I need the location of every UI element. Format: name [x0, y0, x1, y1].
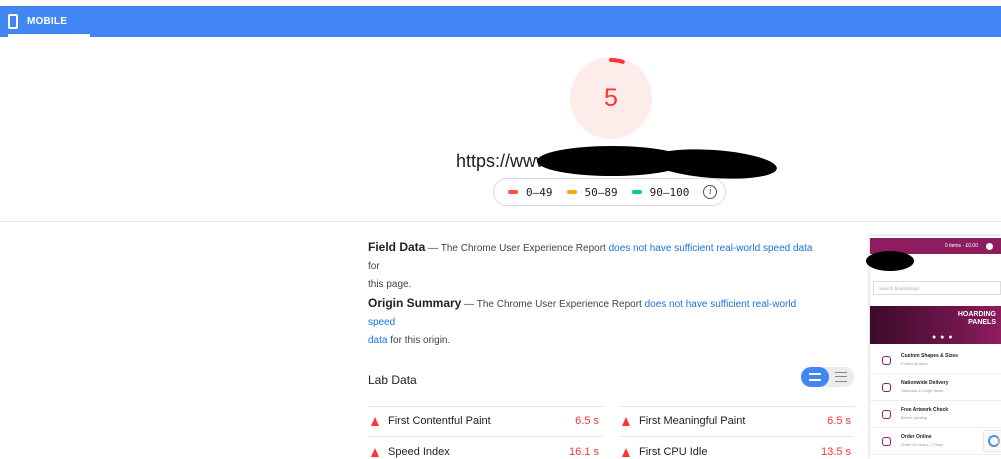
metric-value: 6.5 s: [827, 415, 851, 427]
legend-swatch: [566, 190, 577, 194]
metric-divider: [368, 406, 603, 407]
metric-name: First Meaningful Paint: [639, 415, 746, 427]
warning-triangle-icon: [622, 447, 630, 457]
info-icon[interactable]: i: [703, 185, 718, 199]
field-data-desc: — The Chrome User Experience Report: [425, 243, 609, 254]
thumb-feature-title: Free Artwork Check: [901, 407, 949, 413]
metric-value: 6.5 s: [575, 415, 599, 427]
legend-item-pass: 90–100: [631, 185, 690, 199]
legend-label: 0–49: [526, 185, 553, 199]
thumb-feature-sub: Order 24 Hours, 7 Days: [901, 442, 944, 447]
phone-icon: [8, 14, 18, 29]
carousel-dots: ● ● ●: [932, 334, 954, 341]
audited-url: https://www: [456, 151, 550, 171]
gear-icon: [986, 242, 993, 250]
thumb-banner-line: PANELS: [968, 319, 996, 326]
section-divider: [0, 221, 1001, 222]
score-value: 5: [604, 84, 618, 112]
thumb-feature-title: Custom Shapes & Sizes: [901, 353, 958, 359]
pagespeed-report: MOBILE 5 https://www 0–49 50–89 90–100 i…: [0, 0, 1001, 459]
warning-triangle-icon: [622, 416, 630, 426]
thumb-feature: Custom Shapes & Sizes Printed Boards: [870, 348, 1001, 374]
warning-triangle-icon: [371, 416, 379, 426]
score-gauge: 5: [570, 57, 652, 139]
field-data-link[interactable]: does not have sufficient real-world spee…: [609, 243, 813, 254]
thumb-feature: Nationwide Delivery Standard & Large Ite…: [870, 375, 1001, 401]
tab-active-indicator: [8, 34, 90, 37]
metric-name: First CPU Idle: [639, 446, 708, 458]
origin-summary-title: Origin Summary: [368, 296, 462, 310]
metric-divider: [620, 436, 854, 437]
view-toggle[interactable]: [801, 367, 854, 387]
thumb-feature: Order Online Order 24 Hours, 7 Days: [870, 429, 1001, 455]
thumb-banner-line: HOARDING: [957, 311, 996, 318]
thumbs-up-icon: [882, 410, 891, 419]
warning-triangle-icon: [371, 447, 379, 457]
globe-icon: [882, 437, 891, 446]
thumb-feature-title: Nationwide Delivery: [901, 380, 949, 386]
thumb-banner: HOARDING PANELS ● ● ●: [870, 306, 1001, 344]
score-legend: 0–49 50–89 90–100 i: [493, 178, 726, 206]
legend-label: 50–89: [584, 185, 618, 199]
metric-value: 16.1 s: [569, 446, 599, 458]
tab-mobile-label: MOBILE: [27, 16, 68, 27]
metric-name: First Contentful Paint: [388, 415, 491, 427]
box-icon: [882, 383, 891, 392]
metric-speed-index: Speed Index: [371, 446, 450, 458]
thumb-banner-text: HOARDING PANELS: [958, 311, 996, 327]
metric-first-contentful-paint: First Contentful Paint: [371, 415, 491, 427]
field-data-tail: this page.: [368, 279, 412, 290]
legend-label: 90–100: [649, 185, 690, 199]
tab-mobile[interactable]: MOBILE: [8, 6, 90, 37]
thumb-feature-sub: Before printing: [901, 415, 928, 420]
toggle-summary-view[interactable]: [801, 367, 829, 387]
thumb-feature-sub: Printed Boards: [901, 361, 928, 366]
thumb-search: Search Boards/Sign: [873, 281, 1001, 295]
metric-first-cpu-idle: First CPU Idle: [622, 446, 707, 458]
cloud-icon: [882, 356, 891, 365]
metric-value: 13.5 s: [821, 446, 851, 458]
redaction-mark: [649, 145, 778, 183]
lab-data-title: Lab Data: [368, 373, 417, 387]
thumb-cart: 0 items - £0.00: [944, 243, 978, 249]
legend-swatch: [631, 190, 642, 194]
recaptcha-badge: [984, 431, 1001, 451]
thumb-feature-sub: Standard & Large Items: [901, 388, 944, 393]
top-app-bar: MOBILE: [0, 6, 1001, 37]
list-icon[interactable]: [835, 372, 847, 382]
origin-summary-tail: for this origin.: [387, 335, 451, 346]
field-data-title: Field Data: [368, 240, 426, 254]
legend-item-average: 50–89: [566, 185, 618, 199]
legend-swatch: [508, 190, 518, 194]
metric-divider: [368, 436, 603, 437]
field-data-section: Field Data — The Chrome User Experience …: [368, 238, 818, 294]
metric-first-meaningful-paint: First Meaningful Paint: [622, 415, 745, 427]
lines-icon: [809, 373, 821, 381]
field-data-tail: for: [368, 261, 380, 272]
metric-name: Speed Index: [388, 446, 450, 458]
origin-summary-desc: — The Chrome User Experience Report: [461, 299, 645, 310]
metric-divider: [620, 406, 854, 407]
redaction-mark: [866, 251, 914, 271]
origin-summary-section: Origin Summary — The Chrome User Experie…: [368, 294, 818, 350]
thumb-feature: Free Artwork Check Before printing: [870, 402, 1001, 428]
origin-summary-link[interactable]: data: [368, 335, 387, 346]
legend-item-fail: 0–49: [508, 186, 553, 199]
thumb-feature-title: Order Online: [901, 434, 932, 440]
